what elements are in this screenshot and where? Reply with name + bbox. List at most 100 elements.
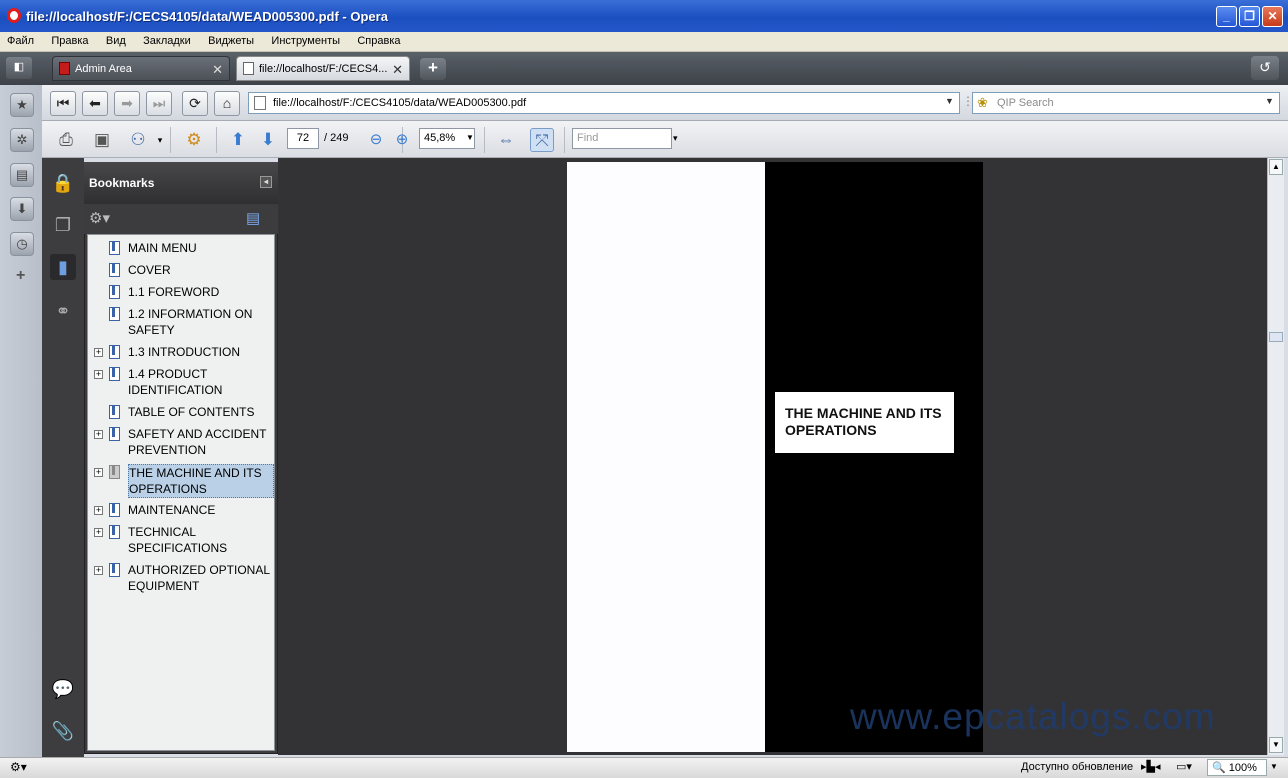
comments-icon[interactable]: 💬 [50, 676, 76, 702]
tab-pdf-file[interactable]: file://localhost/F:/CECS4... ✕ [236, 56, 410, 81]
maximize-button[interactable]: ❐ [1239, 6, 1260, 27]
bookmarks-header: Bookmarks ◂ [84, 162, 278, 204]
address-field[interactable]: file://localhost/F:/CECS4105/data/WEAD00… [248, 92, 960, 114]
zoom-select[interactable]: 45,8% ▼ [419, 128, 475, 149]
pages-icon[interactable]: ❐ [50, 212, 76, 238]
forward-button[interactable]: ➡ [114, 91, 140, 116]
bookmark-icon [109, 367, 120, 381]
menu-widgets[interactable]: Виджеты [201, 32, 261, 47]
options-gear-icon[interactable]: ⚙▾ [89, 209, 110, 227]
bookmarks-list: MAIN MENU COVER 1.1 FOREWORD 1.2 INFORMA… [87, 234, 275, 751]
menu-edit[interactable]: Правка [44, 32, 95, 47]
zoom-status-field[interactable]: 🔍 100% [1207, 759, 1267, 776]
back-button[interactable]: ⬅ [82, 91, 108, 116]
pdf-page-right [765, 162, 983, 752]
pdf-page-left [567, 162, 765, 752]
search-dropdown-icon[interactable]: ▼ [1265, 96, 1274, 106]
expand-icon[interactable]: + [94, 430, 103, 439]
search-placeholder: QIP Search [997, 97, 1054, 109]
zoom-in-icon[interactable]: ⊕ [390, 128, 414, 152]
expand-icon[interactable]: + [94, 566, 103, 575]
bookmark-icon [109, 405, 120, 419]
bookmark-icon [109, 285, 120, 299]
zoom-dropdown-icon[interactable]: ▼ [1270, 762, 1278, 771]
share-document-icon[interactable]: ⚇ [126, 128, 150, 152]
reload-button[interactable]: ⟳ [182, 91, 208, 116]
zoom-out-icon[interactable]: ⊖ [364, 128, 388, 152]
home-button[interactable]: ⌂ [214, 91, 240, 116]
find-dropdown-icon[interactable]: ▾ [673, 133, 678, 144]
rewind-button[interactable]: ⏮ [50, 91, 76, 116]
menu-help[interactable]: Справка [350, 32, 407, 47]
close-window-button[interactable]: ✕ [1262, 6, 1283, 27]
tab-admin-area[interactable]: Admin Area ✕ [52, 56, 230, 81]
search-field[interactable]: ❀ QIP Search ▼ [972, 92, 1280, 114]
menu-bookmarks[interactable]: Закладки [136, 32, 198, 47]
share-dropdown-icon[interactable]: ▾ [148, 128, 172, 152]
panel-toggle-icon[interactable]: ◧ [6, 57, 32, 79]
page-number-input[interactable]: 72 [287, 128, 319, 149]
new-tab-button[interactable]: + [420, 58, 446, 80]
update-available-label[interactable]: Доступно обновление [1021, 761, 1133, 773]
tab-bar: ◧ Admin Area ✕ file://localhost/F:/CECS4… [0, 52, 1288, 85]
page-total-label: / 249 [324, 132, 349, 144]
layout-icon[interactable]: ▭▾ [1176, 760, 1192, 773]
bookmark-icon [109, 307, 120, 321]
new-bookmark-icon[interactable]: ▤ [246, 209, 260, 227]
add-panel-icon[interactable]: + [16, 267, 25, 285]
downloads-panel-icon[interactable]: ⬇ [10, 197, 34, 221]
page-icon [254, 96, 266, 110]
print-icon[interactable]: ⎙ [54, 128, 78, 152]
fit-page-icon[interactable]: ⤧ [530, 128, 554, 152]
find-input[interactable]: Find [572, 128, 672, 149]
collapse-panel-icon[interactable]: ◂ [260, 176, 272, 188]
bookmark-icon [109, 345, 120, 359]
expand-icon[interactable]: + [94, 348, 103, 357]
bookmark-icon [109, 563, 120, 577]
history-panel-icon[interactable]: ◷ [10, 232, 34, 256]
expand-icon[interactable]: + [94, 506, 103, 515]
vertical-scrollbar[interactable]: ▲ ▼ [1267, 158, 1284, 755]
menu-bar: Файл Правка Вид Закладки Виджеты Инструм… [0, 32, 1288, 52]
menu-file[interactable]: Файл [0, 32, 41, 47]
view-mode-icon[interactable]: ▸▙◂ [1141, 760, 1161, 773]
menu-tools[interactable]: Инструменты [264, 32, 347, 47]
qip-search-icon: ❀ [977, 95, 988, 110]
fit-width-icon[interactable]: ⇔ [494, 128, 518, 152]
collaborate-icon[interactable]: ⚙ [182, 128, 206, 152]
widgets-panel-icon[interactable]: ✲ [10, 128, 34, 152]
status-bar: ⚙▾ Доступно обновление ▸▙◂ ▭▾ 🔍 100% ▼ [0, 757, 1288, 778]
scroll-up-icon[interactable]: ▲ [1269, 159, 1283, 175]
magnifier-icon: 🔍 [1212, 762, 1226, 774]
pdf-navigation-pane: 🔒 ❐ ▮ ⚭ 💬 📎 [42, 158, 84, 757]
window-title: file://localhost/F:/CECS4105/data/WEAD00… [26, 9, 388, 24]
close-tab-icon[interactable]: ✕ [212, 62, 223, 78]
bookmarks-panel-icon[interactable]: ★ [10, 93, 34, 117]
security-lock-icon[interactable]: 🔒 [50, 170, 76, 196]
close-tab-icon[interactable]: ✕ [392, 62, 403, 78]
search-binoculars-icon[interactable]: ⚭ [50, 298, 76, 324]
address-dropdown-icon[interactable]: ▼ [945, 96, 954, 106]
save-icon[interactable]: ▣ [90, 128, 114, 152]
page-favicon-icon [243, 62, 254, 75]
bookmarks-icon[interactable]: ▮ [50, 254, 76, 280]
next-page-icon[interactable]: ⬇ [256, 128, 280, 152]
scroll-down-icon[interactable]: ▼ [1269, 737, 1283, 753]
address-url: file://localhost/F:/CECS4105/data/WEAD00… [273, 97, 527, 109]
expand-icon[interactable]: + [94, 468, 103, 477]
menu-view[interactable]: Вид [99, 32, 133, 47]
opera-logo-icon [7, 8, 21, 23]
trash-closed-tabs-icon[interactable]: ↺ [1251, 56, 1279, 80]
scroll-thumb[interactable] [1269, 332, 1283, 342]
previous-page-icon[interactable]: ⬆ [226, 128, 250, 152]
tab-label: Admin Area [75, 63, 132, 75]
expand-icon[interactable]: + [94, 370, 103, 379]
status-settings-icon[interactable]: ⚙▾ [10, 760, 27, 774]
notes-panel-icon[interactable]: ▤ [10, 163, 34, 187]
fast-forward-button[interactable]: ⏭ [146, 91, 172, 116]
expand-icon[interactable]: + [94, 528, 103, 537]
bookmark-icon [109, 525, 120, 539]
attachments-icon[interactable]: 📎 [50, 718, 76, 744]
minimize-button[interactable]: _ [1216, 6, 1237, 27]
bookmarks-toolbar: ⚙▾ ▤ [84, 204, 278, 234]
